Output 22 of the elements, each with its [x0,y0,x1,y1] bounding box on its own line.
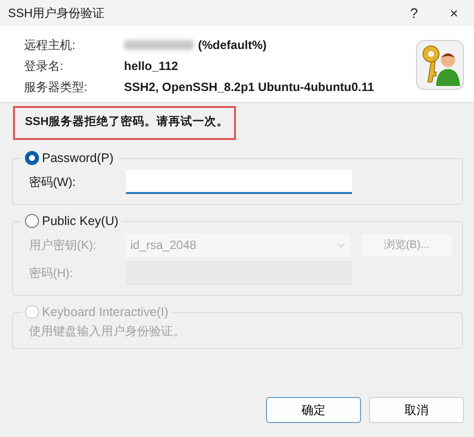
auth-option-radio[interactable]: Public Key(U) [21,211,122,231]
auth-option-radio[interactable]: Password(P) [21,148,118,168]
field-value: hello_112 [124,58,178,74]
help-button[interactable]: ? [394,0,434,26]
password-field[interactable] [126,170,352,194]
window-title: SSH用户身份验证 [8,5,106,22]
cancel-button[interactable]: 取消 [369,397,464,423]
hint-text: 使用键盘输入用户身份验证。 [28,323,186,340]
error-message: SSH服务器拒绝了密码。请再试一次。 [13,106,236,140]
field-value: (%default%) [198,36,267,54]
field-label: 登录名: [24,58,64,74]
masked-text [124,40,194,50]
key-user-icon [416,40,464,90]
ok-button[interactable]: 确定 [266,397,361,423]
field-label: 密码(W): [28,174,77,191]
close-button[interactable]: × [434,0,474,26]
chevron-icon [336,242,345,248]
field-label: 服务器类型: [24,78,88,96]
field-label: 远程主机: [24,36,76,54]
field-value: SSH2, OpenSSH_8.2p1 Ubuntu-4ubuntu0.11 [124,78,374,96]
field-label: 用户密钥(K): [28,237,98,254]
field-label: 密码(H): [28,265,74,282]
